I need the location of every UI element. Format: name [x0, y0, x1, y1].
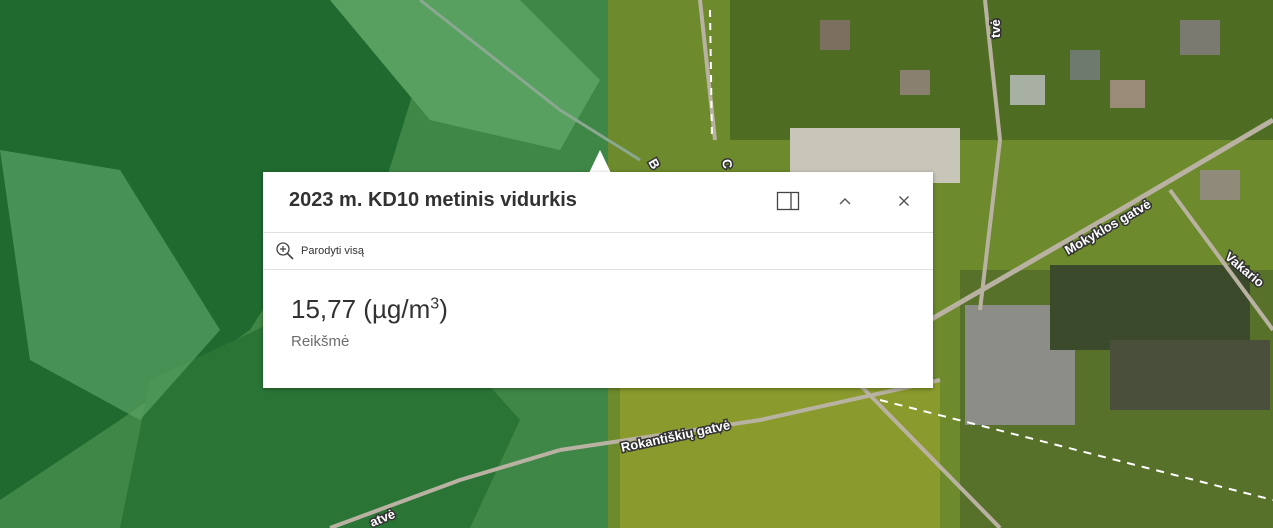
- street-label-top-partial: tvė: [988, 19, 1003, 38]
- chevron-up-icon: [839, 198, 851, 205]
- collapse-button[interactable]: [830, 186, 860, 216]
- close-icon: [899, 196, 909, 206]
- zoom-to-button[interactable]: Parodyti visą: [275, 240, 364, 262]
- popup-title: 2023 m. KD10 metinis vidurkis: [289, 189, 577, 211]
- attribute-label: Reikšmė: [291, 333, 350, 350]
- value-text: 15,77 (µg/m: [291, 294, 431, 324]
- close-button[interactable]: [889, 186, 919, 216]
- zoom-to-label: Parodyti visą: [301, 245, 364, 257]
- feature-popup: 2023 m. KD10 metinis vidurkis Parodyti v…: [263, 172, 933, 388]
- value-suffix: ): [439, 294, 448, 324]
- zoom-in-icon: [276, 242, 294, 260]
- popup-content: 15,77 (µg/m3) Reikšmė: [291, 294, 448, 350]
- dock-icon: [776, 191, 800, 211]
- attribute-value: 15,77 (µg/m3): [291, 294, 448, 325]
- dock-button[interactable]: [773, 186, 803, 216]
- popup-header: 2023 m. KD10 metinis vidurkis: [263, 172, 933, 233]
- value-superscript: 3: [430, 295, 440, 313]
- popup-pointer: [589, 150, 611, 173]
- popup-actions: Parodyti visą: [263, 233, 933, 270]
